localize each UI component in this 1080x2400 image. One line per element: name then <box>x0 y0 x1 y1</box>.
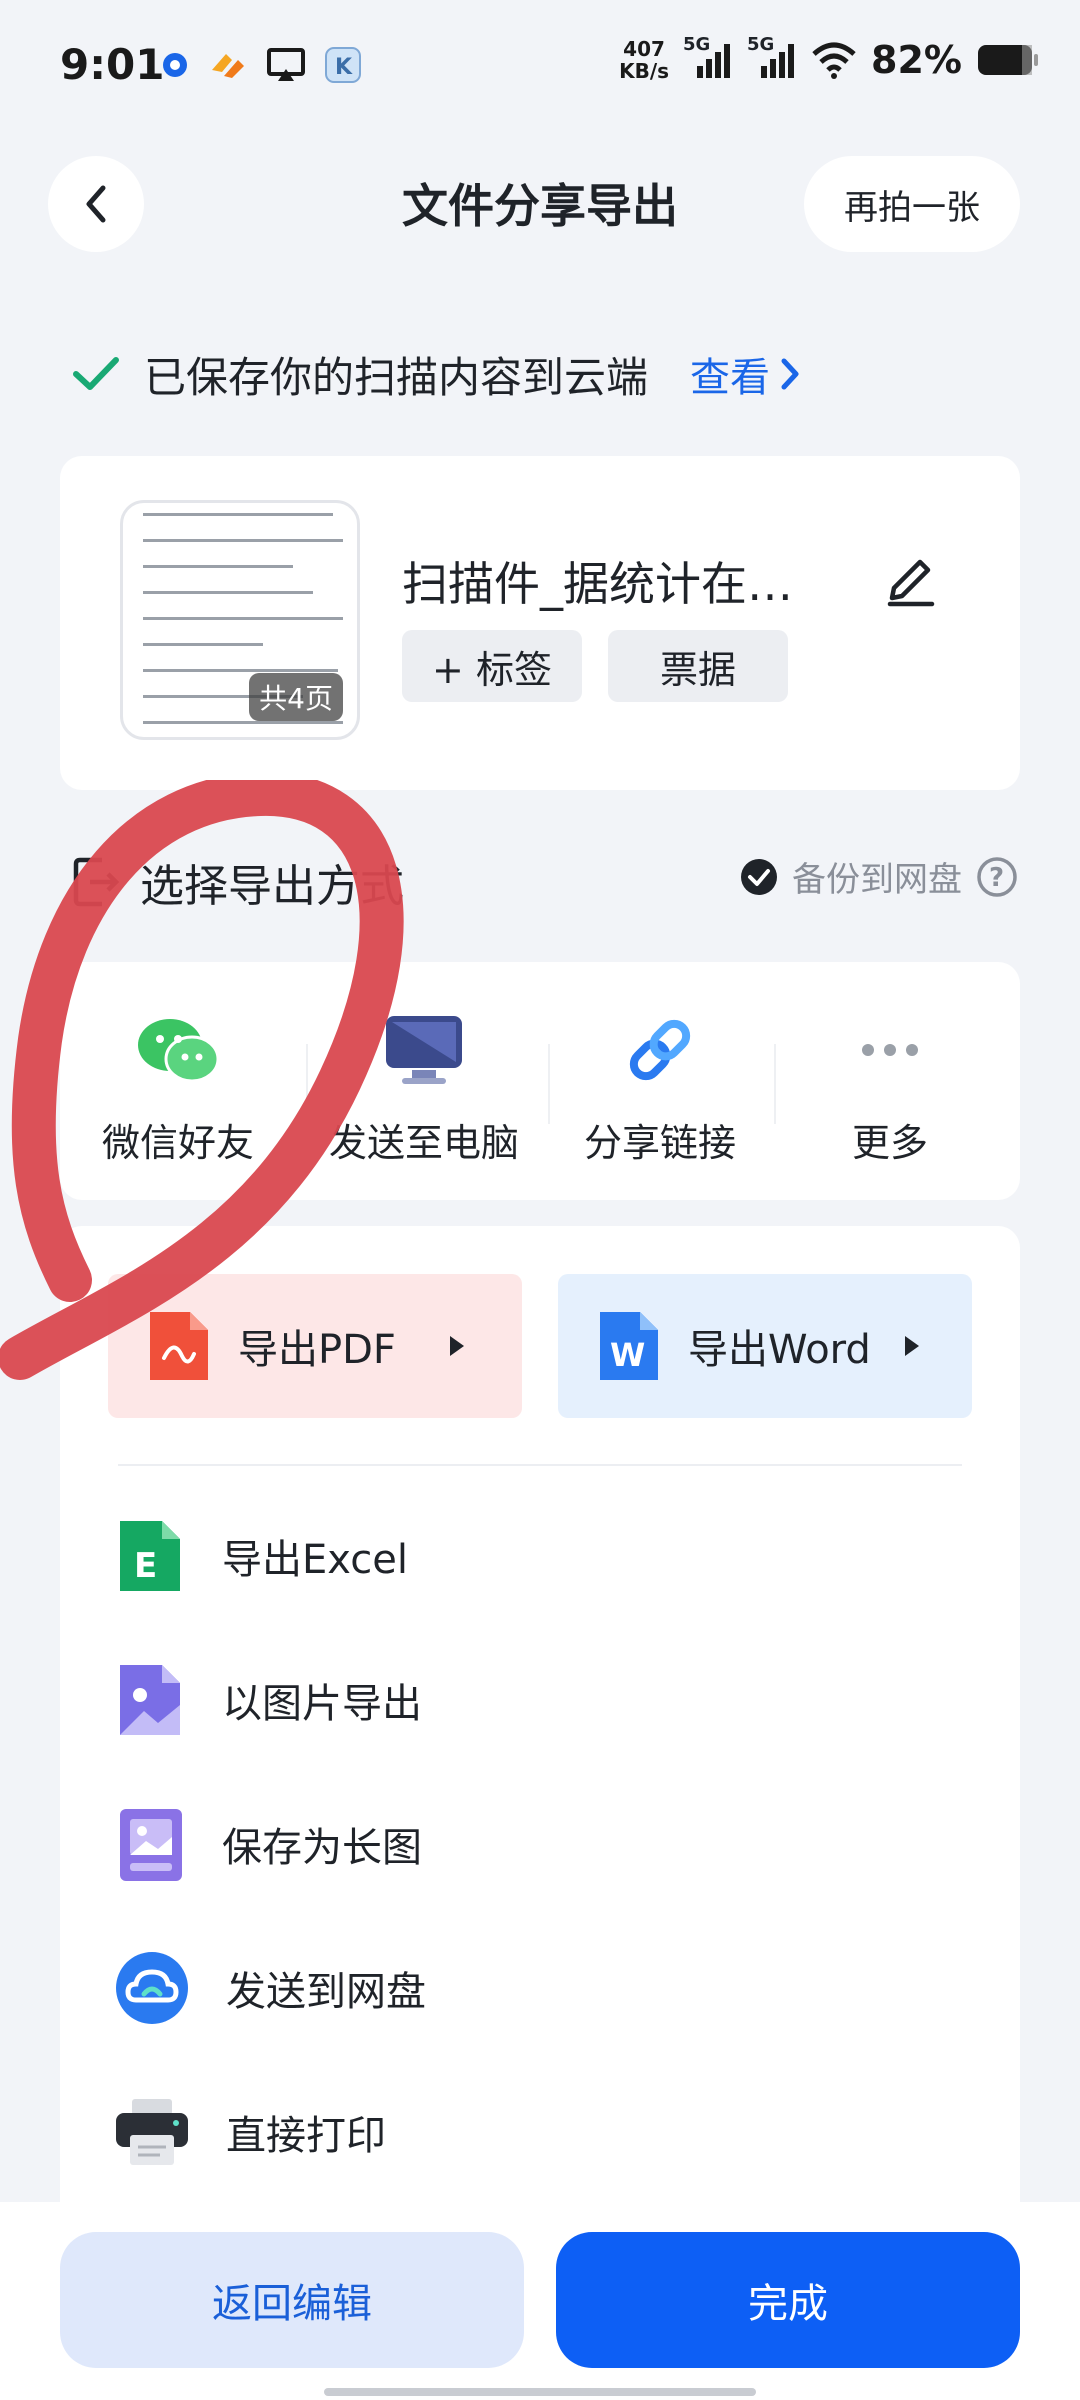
back-to-edit-button[interactable]: 返回编辑 <box>60 2232 524 2368</box>
backup-label: 备份到网盘 <box>792 860 962 900</box>
thumb-text-line <box>143 617 343 620</box>
list-item-label: 导出Excel <box>222 1537 408 1583</box>
status-right: 407 KB/s 5G 5G 82% <box>619 34 1040 82</box>
svg-text:K: K <box>335 55 353 80</box>
image-icon <box>120 1665 180 1735</box>
thumb-text-line <box>143 513 333 516</box>
share-label: 分享链接 <box>583 1121 736 1165</box>
list-item-label: 保存为长图 <box>222 1825 422 1871</box>
thumb-text-line <box>143 669 338 672</box>
checked-circle-icon <box>741 858 777 895</box>
network-speed: 407 KB/s <box>619 38 669 82</box>
saved-text: 已保存你的扫描内容到云端 <box>144 352 649 402</box>
export-word-label: 导出Word <box>688 1327 871 1373</box>
save-long-image[interactable]: 保存为长图 <box>114 1794 422 1894</box>
k-app-icon: K <box>325 47 361 83</box>
send-to-cloud-drive[interactable]: 发送到网盘 <box>114 1938 426 2038</box>
file-name: 扫描件_据统计在… <box>402 557 793 611</box>
list-item-label: 发送到网盘 <box>226 1969 426 2015</box>
cell-signal-icon <box>761 44 795 78</box>
print-directly[interactable]: 直接打印 <box>114 2082 386 2182</box>
done-button[interactable]: 完成 <box>556 2232 1020 2368</box>
list-item-label: 以图片导出 <box>222 1681 422 1727</box>
status-time: 9:01 <box>60 40 165 89</box>
status-bar: 9:01 K 407 KB/s 5G 5G 82% <box>0 0 1080 136</box>
home-indicator <box>324 2388 756 2396</box>
status-notification-icons: K <box>160 46 362 84</box>
list-item-label: 直接打印 <box>226 2113 386 2159</box>
battery-percent: 82% <box>871 38 962 82</box>
link-icon <box>629 1019 691 1081</box>
signal-2: 5G <box>747 34 797 82</box>
browser-notification-icon <box>163 53 187 77</box>
svg-text:E: E <box>134 1546 157 1586</box>
help-icon[interactable]: ? <box>976 856 1018 898</box>
play-right-icon <box>904 1336 919 1356</box>
speed-value: 407 <box>623 37 665 61</box>
share-label: 更多 <box>851 1121 928 1165</box>
speed-unit: KB/s <box>619 59 670 83</box>
category-chip[interactable]: 票据 <box>608 630 788 702</box>
battery-icon <box>978 45 1038 75</box>
share-icon-wrap <box>546 1010 774 1090</box>
divider <box>118 1464 962 1466</box>
chevron-right-icon <box>781 358 799 390</box>
thumb-text-line <box>143 565 293 568</box>
edit-icon[interactable] <box>880 548 940 608</box>
thumb-text-line <box>143 643 263 646</box>
backup-toggle[interactable]: 备份到网盘 ? <box>740 852 1018 901</box>
add-tag-button[interactable]: + 标签 <box>402 630 582 702</box>
thumb-text-line <box>143 721 343 724</box>
red-circle-annotation <box>0 780 404 1380</box>
thumb-text-line <box>143 591 313 594</box>
signal-1: 5G <box>683 34 733 82</box>
cast-icon <box>267 48 305 81</box>
view-link-label: 查看 <box>690 355 771 401</box>
word-icon: W <box>600 1312 658 1380</box>
wifi-icon <box>812 42 856 79</box>
printer-icon <box>116 2099 188 2165</box>
svg-text:?: ? <box>989 863 1004 893</box>
share-icon-wrap <box>776 1010 1004 1090</box>
document-thumbnail[interactable]: 共4页 <box>120 500 360 740</box>
export-as-image[interactable]: 以图片导出 <box>114 1650 422 1750</box>
file-card: 共4页 扫描件_据统计在… + 标签 票据 <box>60 456 1020 790</box>
long-image-icon <box>120 1809 182 1881</box>
saved-notice: 已保存你的扫描内容到云端 查看 <box>72 344 800 404</box>
share-more[interactable]: 更多 <box>776 962 1004 1200</box>
retake-button[interactable]: 再拍一张 <box>804 156 1020 252</box>
export-word-button[interactable]: W 导出Word <box>558 1274 972 1418</box>
check-icon <box>73 357 119 390</box>
export-excel[interactable]: E 导出Excel <box>114 1506 408 1606</box>
excel-icon: E <box>120 1521 180 1591</box>
play-right-icon <box>449 1336 464 1356</box>
thumb-text-line <box>143 539 343 542</box>
view-link[interactable]: 查看 <box>690 345 800 403</box>
cell-signal-icon <box>697 44 731 78</box>
svg-text:W: W <box>610 1336 645 1374</box>
app-notification-icon <box>212 54 244 78</box>
page-count-badge: 共4页 <box>249 673 343 721</box>
share-link[interactable]: 分享链接 <box>546 962 774 1200</box>
more-icon <box>862 1044 918 1056</box>
cloud-drive-icon <box>116 1952 188 2024</box>
